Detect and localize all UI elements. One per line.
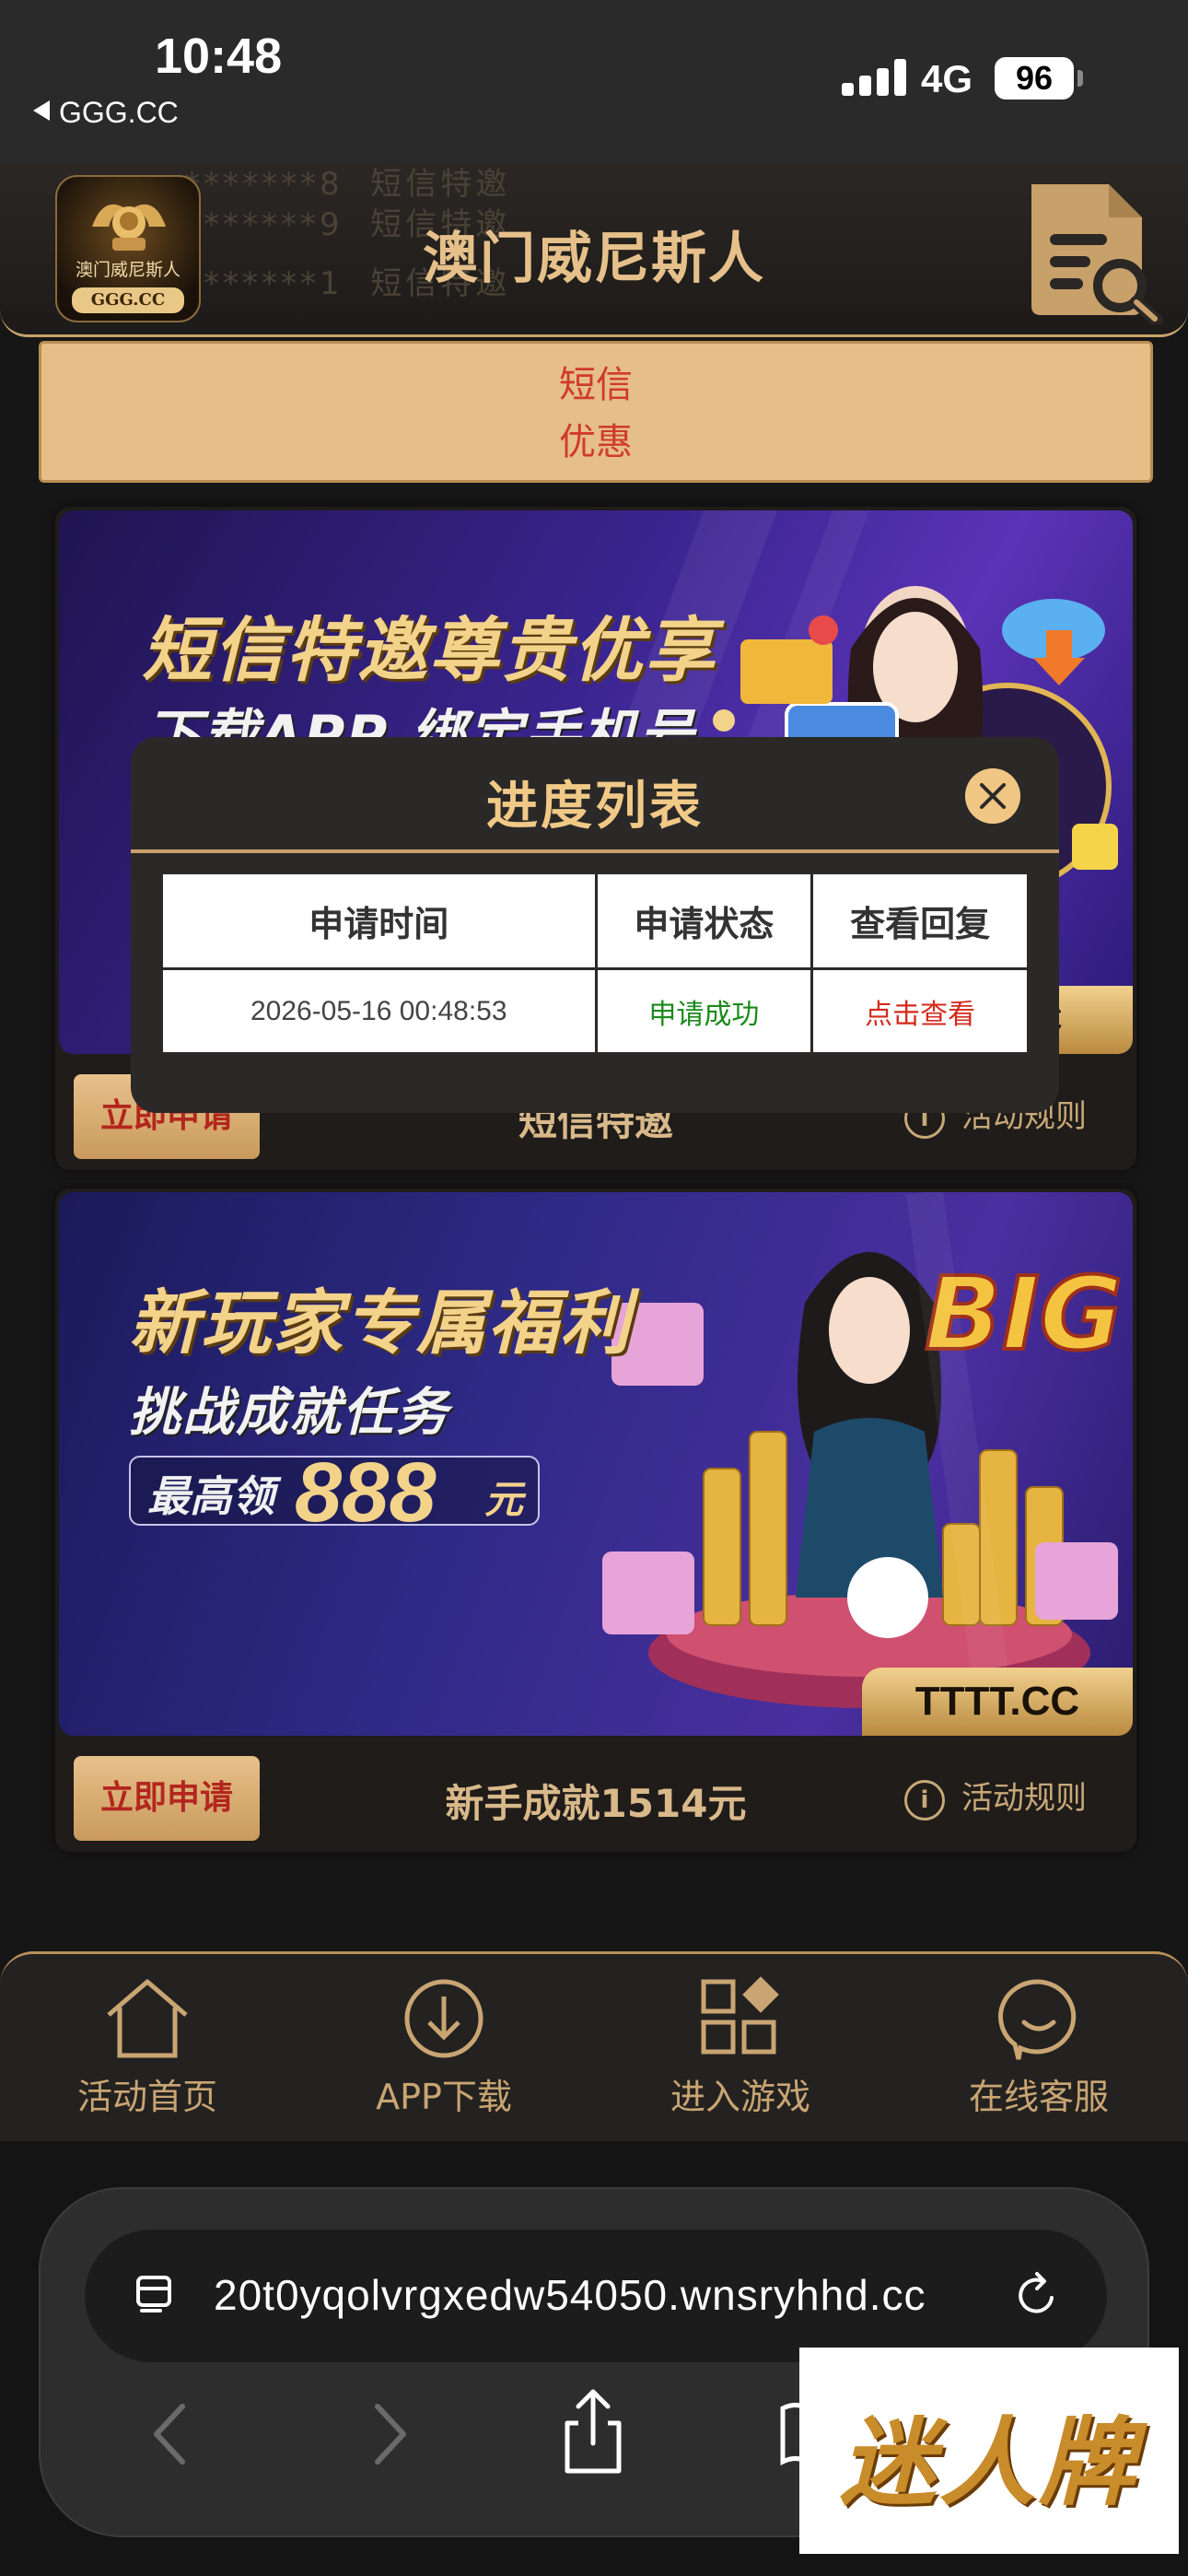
bonus-unit: 元 [484, 1477, 524, 1522]
info-icon: i [904, 1779, 945, 1821]
bonus-box: 最高领 888 元 [129, 1446, 540, 1540]
status-time: 10:48 [155, 29, 283, 84]
column-header: 申请状态 [594, 872, 814, 970]
nav-item-customer-service[interactable]: 在线客服 [919, 1974, 1159, 2119]
battery-level: 96 [995, 57, 1074, 100]
nav-label: 在线客服 [968, 2077, 1109, 2117]
promo-banner-image[interactable]: BIG WIN 新玩家专属福利 挑战成就任务 最高领 888 元 TTTT.CC [59, 1192, 1133, 1736]
promo-domain-tag: TTTT.CC [862, 1668, 1133, 1736]
watermark-logo: 迷人牌 [799, 2348, 1179, 2554]
apply-status-cell: 申请成功 [594, 967, 814, 1055]
column-header: 申请时间 [160, 872, 598, 970]
back-icon[interactable] [142, 2397, 197, 2471]
download-icon [404, 1979, 483, 2058]
table-row: 2026-05-16 00:48:53 申请成功 点击查看 [160, 967, 1030, 1055]
nav-item-enter-game[interactable]: 进入游戏 [621, 1974, 860, 2119]
forward-icon[interactable] [363, 2397, 418, 2471]
reload-icon[interactable] [1011, 2270, 1063, 2322]
bonus-amount: 888 [295, 1446, 437, 1540]
site-header: *******8 短信特邀 *******9 短信特邀 *******1 短信特… [0, 162, 1188, 337]
promo-card-footer: 立即申请 新手成就1514元 i 活动规则 [55, 1732, 1136, 1852]
watermark-text: 迷人牌 [839, 2406, 1138, 2519]
nav-label: 进入游戏 [670, 2077, 810, 2117]
back-app-label: GGG.CC [59, 96, 179, 129]
chat-icon [998, 1979, 1077, 2060]
grid-icon [701, 1976, 779, 2055]
progress-table: 申请时间 申请状态 查看回复 2026-05-16 00:48:53 申请成功 … [160, 872, 1030, 1055]
promo-card-newplayer: BIG WIN 新玩家专属福利 挑战成就任务 最高领 888 元 TTTT.CC… [55, 1188, 1136, 1852]
back-to-app-link[interactable]: GGG.CC [33, 96, 179, 130]
column-header: 查看回复 [810, 872, 1030, 970]
modal-header: 进度列表 [131, 737, 1059, 853]
bottom-navigation: 活动首页 APP下载 进入游戏 在线客服 [0, 1951, 1188, 2141]
status-bar: 10:48 GGG.CC 4G 96 [0, 0, 1188, 162]
nav-item-home[interactable]: 活动首页 [28, 1974, 267, 2119]
network-type: 4G [921, 57, 973, 100]
table-header-row: 申请时间 申请状态 查看回复 [160, 872, 1030, 970]
share-icon[interactable] [556, 2386, 630, 2478]
nav-label: 活动首页 [76, 2077, 217, 2117]
view-reply-link[interactable]: 点击查看 [810, 967, 1030, 1055]
page-menu-icon[interactable] [133, 2272, 181, 2320]
home-icon [107, 1979, 188, 2058]
document-search-icon[interactable] [1020, 177, 1168, 324]
nav-item-app-download[interactable]: APP下载 [324, 1974, 564, 2119]
ghost-marquee-line: *******8 短信特邀 [184, 166, 511, 203]
close-icon[interactable] [965, 768, 1020, 824]
address-bar[interactable]: 20t0yqolvrgxedw54050.wnsryhhd.cc [85, 2230, 1107, 2362]
activity-rules-link[interactable]: i 活动规则 [904, 1773, 1087, 1824]
progress-list-modal: 进度列表 申请时间 申请状态 查看回复 2026-05-16 00:48:53 … [131, 737, 1059, 1113]
battery-icon [1077, 70, 1083, 87]
back-arrow-icon [33, 100, 50, 121]
url-text: 20t0yqolvrgxedw54050.wnsryhhd.cc [214, 2271, 926, 2319]
sms-banner-line1: 短信 [559, 364, 633, 406]
page-title: 澳门威尼斯人 [423, 227, 765, 291]
cellular-signal-icon [842, 59, 906, 96]
modal-title: 进度列表 [486, 777, 704, 837]
rules-label: 活动规则 [961, 1780, 1087, 1817]
promo-headline: 新玩家专属福利 [129, 1282, 632, 1364]
sms-banner-line2: 优惠 [559, 421, 633, 463]
promo-headline: 短信特邀尊贵优享 [142, 609, 716, 691]
sms-offer-banner[interactable]: 短信 优惠 [39, 341, 1153, 483]
bonus-prefix: 最高领 [147, 1471, 274, 1521]
apply-time-cell: 2026-05-16 00:48:53 [160, 967, 598, 1055]
nav-label: APP下载 [376, 2077, 512, 2117]
promo-subheadline: 挑战成就任务 [129, 1383, 449, 1443]
